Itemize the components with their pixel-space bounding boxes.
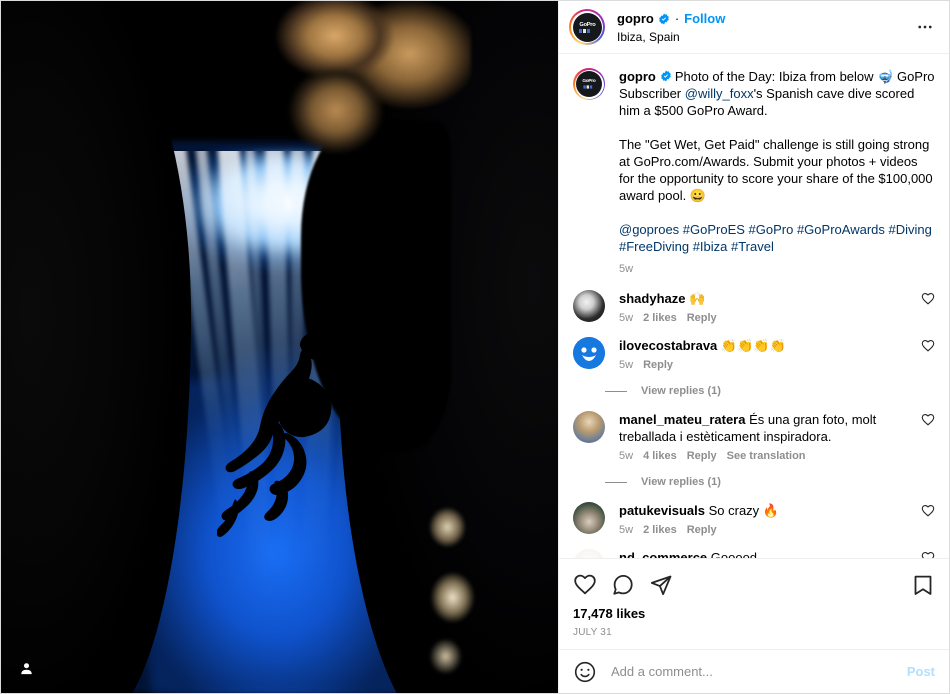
comment-item: manel_mateu_ratera És una gran foto, mol…: [559, 399, 949, 463]
comment-text: shadyhaze 🙌: [619, 290, 913, 307]
caption-mention[interactable]: @willy_foxx: [685, 86, 754, 101]
post-sidebar: GoPro gopro · Follow Ibiza, Spain GoPro …: [558, 1, 949, 693]
like-comment-icon[interactable]: [921, 504, 935, 518]
comment-username[interactable]: patukevisuals: [619, 503, 705, 518]
replies-line: [605, 390, 627, 392]
author-username[interactable]: gopro: [617, 10, 654, 28]
comment-timestamp: 5w: [619, 524, 634, 536]
comment-username[interactable]: nd_commerce: [619, 550, 707, 558]
caption-block: GoPro gopro Photo of the Day: Ibiza from: [559, 54, 949, 278]
tagged-people-icon: [20, 662, 32, 674]
comments-list: shadyhaze 🙌 5w 2 likes Reply ilovecostabrava…: [559, 278, 949, 558]
comment-reply-button[interactable]: Reply: [687, 524, 717, 537]
comment-body: Gooood: [707, 550, 758, 558]
comment-reply-button[interactable]: Reply: [643, 359, 673, 372]
comment-reply-button[interactable]: Reply: [687, 312, 717, 325]
share-paperplane-icon[interactable]: [649, 573, 673, 597]
comment-text: ilovecostabrava 👏👏👏👏: [619, 337, 913, 354]
comment-timestamp: 5w: [619, 450, 634, 462]
comment-meta: 5w 2 likes Reply: [619, 524, 913, 537]
comment-likes[interactable]: 2 likes: [643, 524, 677, 537]
post-media[interactable]: [1, 1, 558, 693]
comment-text: nd_commerce Gooood: [619, 549, 913, 558]
more-options-button[interactable]: [913, 15, 937, 39]
comment-reply-button[interactable]: Reply: [687, 450, 717, 463]
comment-meta: 5w 4 likes Reply See translation: [619, 450, 913, 463]
comment-text: manel_mateu_ratera És una gran foto, mol…: [619, 411, 913, 445]
caption-hashtags[interactable]: @goproes #GoProES #GoPro #GoProAwards #D…: [619, 221, 935, 255]
comment-input[interactable]: [611, 664, 897, 679]
caption-timestamp: 5w: [619, 263, 634, 275]
comment-item: NDCOMMERCEnd_commerce Gooood5w3 likesRep…: [559, 537, 949, 558]
comment-timestamp: 5w: [619, 359, 634, 371]
rock-wall-left: [1, 1, 191, 693]
diver-silhouette: [217, 323, 357, 538]
follow-button[interactable]: Follow: [684, 10, 725, 28]
caption-emoji: 🤿: [877, 69, 894, 84]
caption-para1-a: Photo of the Day: Ibiza from below: [674, 69, 878, 84]
author-avatar[interactable]: GoPro: [569, 9, 605, 45]
comment-translate-button[interactable]: See translation: [727, 450, 806, 463]
verified-badge-icon: [660, 70, 671, 82]
avatar-shadyhaze[interactable]: [573, 290, 605, 322]
avatar-ilovecostabrava[interactable]: [573, 337, 605, 369]
comments-scroll-region[interactable]: GoPro gopro Photo of the Day: Ibiza from: [559, 54, 949, 558]
post-comment-button[interactable]: Post: [897, 664, 935, 679]
comment-meta: 5w 2 likes Reply: [619, 312, 913, 325]
comment-timestamp: 5w: [619, 312, 634, 324]
comment-item: shadyhaze 🙌 5w 2 likes Reply: [559, 278, 949, 325]
author-info: gopro · Follow Ibiza, Spain: [617, 10, 913, 45]
likes-count[interactable]: 17,478 likes: [573, 605, 935, 622]
tagged-people-badge[interactable]: [15, 657, 37, 679]
like-comment-icon[interactable]: [921, 413, 935, 427]
more-options-icon: [918, 25, 932, 29]
comment-likes[interactable]: 4 likes: [643, 450, 677, 463]
comment-body: So crazy 🔥: [705, 503, 779, 518]
post-header: GoPro gopro · Follow Ibiza, Spain: [559, 1, 949, 54]
verified-badge-icon: [658, 13, 669, 24]
like-comment-icon[interactable]: [921, 551, 935, 558]
avatar-manel[interactable]: [573, 411, 605, 443]
comment-username[interactable]: manel_mateu_ratera: [619, 412, 745, 427]
comment-item: ilovecostabrava 👏👏👏👏 5w Reply: [559, 325, 949, 372]
avatar-nd-commerce[interactable]: NDCOMMERCE: [573, 549, 605, 558]
caption-text: gopro Photo of the Day: Ibiza from below…: [619, 68, 935, 255]
comment-likes[interactable]: 2 likes: [643, 312, 677, 325]
comment-item: patukevisuals So crazy 🔥 5w 2 likes Reply: [559, 490, 949, 537]
post-location[interactable]: Ibiza, Spain: [617, 29, 913, 45]
view-replies-label: View replies (1): [641, 385, 721, 397]
post-date: JULY 31: [573, 627, 612, 638]
like-comment-icon[interactable]: [921, 339, 935, 353]
comment-meta: 5w Reply: [619, 359, 913, 372]
comment-bubble-icon[interactable]: [611, 573, 635, 597]
comment-username[interactable]: shadyhaze: [619, 291, 685, 306]
comment-text: patukevisuals So crazy 🔥: [619, 502, 913, 519]
like-comment-icon[interactable]: [921, 292, 935, 306]
bookmark-icon[interactable]: [911, 573, 935, 597]
caption-para2: The "Get Wet, Get Paid" challenge is sti…: [619, 137, 933, 203]
emoji-smiley-icon[interactable]: [573, 660, 597, 684]
caption-username[interactable]: gopro: [619, 69, 656, 84]
smiley-avatar-icon: [573, 337, 605, 369]
view-replies-label: View replies (1): [641, 476, 721, 488]
comment-username[interactable]: ilovecostabrava: [619, 338, 717, 353]
rock-ceiling-lit-2: [271, 61, 401, 171]
view-replies-button[interactable]: View replies (1): [605, 476, 949, 488]
cave-photo: [1, 1, 558, 693]
avatar-patukevisuals[interactable]: [573, 502, 605, 534]
instagram-post: GoPro gopro · Follow Ibiza, Spain GoPro …: [0, 0, 950, 694]
comment-compose-bar: Post: [559, 649, 949, 693]
header-separator: ·: [674, 10, 680, 26]
comment-body: 🙌: [685, 291, 706, 306]
view-replies-button[interactable]: View replies (1): [605, 385, 949, 397]
caption-avatar[interactable]: GoPro: [573, 68, 605, 100]
post-actions: 17,478 likes JULY 31: [559, 558, 949, 649]
replies-line: [605, 481, 627, 483]
heart-icon[interactable]: [573, 573, 597, 597]
comment-body: 👏👏👏👏: [717, 338, 786, 353]
rock-lower-lit: [413, 493, 499, 683]
